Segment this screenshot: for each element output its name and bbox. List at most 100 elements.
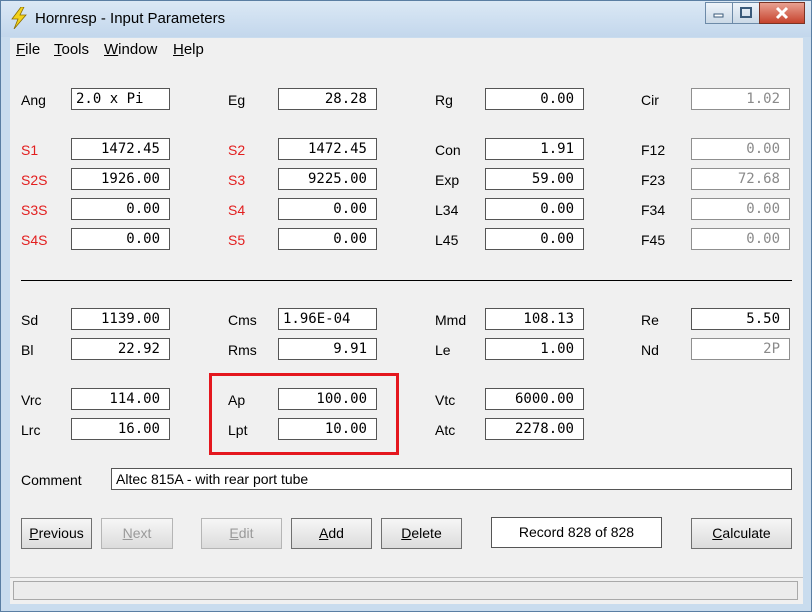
edit-button[interactable]: Edit	[201, 518, 282, 549]
field-vtc[interactable]: 6000.00	[485, 388, 584, 410]
add-button-key: A	[319, 525, 329, 541]
label-atc: Atc	[435, 422, 456, 438]
field-sd[interactable]: 1139.00	[71, 308, 170, 330]
field-s5[interactable]: 0.00	[278, 228, 377, 250]
field-cms[interactable]: 1.96E-04	[278, 308, 377, 330]
field-f34: 0.00	[691, 198, 790, 220]
field-mmd[interactable]: 108.13	[485, 308, 584, 330]
minimize-button[interactable]	[705, 2, 733, 24]
menu-file-key: F	[16, 41, 26, 58]
minimize-icon	[713, 13, 724, 18]
field-cir: 1.02	[691, 88, 790, 110]
field-s4s[interactable]: 0.00	[71, 228, 170, 250]
close-icon	[775, 6, 789, 20]
field-le[interactable]: 1.00	[485, 338, 584, 360]
field-l34[interactable]: 0.00	[485, 198, 584, 220]
field-bl[interactable]: 22.92	[71, 338, 170, 360]
label-s2: S2	[228, 142, 246, 158]
field-nd: 2P	[691, 338, 790, 360]
field-atc[interactable]: 2278.00	[485, 418, 584, 440]
label-f34: F34	[641, 202, 666, 218]
label-s2s: S2S	[21, 172, 48, 188]
previous-button-rest: revious	[38, 525, 84, 541]
label-cir: Cir	[641, 92, 659, 108]
menu-tools-key: T	[54, 41, 62, 58]
label-bl: Bl	[21, 342, 34, 358]
label-eg: Eg	[228, 92, 246, 108]
label-exp: Exp	[435, 172, 460, 188]
label-f45: F45	[641, 232, 666, 248]
next-button-key: N	[122, 525, 133, 541]
edit-button-key: E	[229, 525, 239, 541]
delete-button[interactable]: Delete	[381, 518, 462, 549]
menu-file[interactable]: File	[16, 41, 40, 58]
calculate-button-rest: alculate	[722, 525, 771, 541]
label-ang: Ang	[21, 92, 46, 108]
calculate-button[interactable]: Calculate	[691, 518, 792, 549]
field-rms[interactable]: 9.91	[278, 338, 377, 360]
field-exp[interactable]: 59.00	[485, 168, 584, 190]
close-button[interactable]	[759, 2, 805, 24]
status-pane	[13, 581, 798, 600]
menu-window[interactable]: Window	[104, 41, 157, 58]
menu-file-rest: ile	[25, 41, 41, 58]
hornresp-window: Hornresp - Input Parameters File Tools W…	[0, 0, 812, 612]
label-vtc: Vtc	[435, 392, 456, 408]
menu-tools-rest: ools	[61, 41, 90, 58]
menu-bar: File Tools Window Help	[10, 38, 803, 62]
highlight-box	[209, 373, 399, 455]
edit-button-rest: dit	[238, 525, 254, 541]
label-re: Re	[641, 312, 659, 328]
label-cms: Cms	[228, 312, 257, 328]
field-s3[interactable]: 9225.00	[278, 168, 377, 190]
field-s2s[interactable]: 1926.00	[71, 168, 170, 190]
delete-button-rest: elete	[411, 525, 442, 541]
field-vrc[interactable]: 114.00	[71, 388, 170, 410]
field-s4[interactable]: 0.00	[278, 198, 377, 220]
label-s3: S3	[228, 172, 246, 188]
field-s2[interactable]: 1472.45	[278, 138, 377, 160]
field-lrc[interactable]: 16.00	[71, 418, 170, 440]
label-lrc: Lrc	[21, 422, 41, 438]
next-button-rest: ext	[132, 525, 152, 541]
next-button[interactable]: Next	[101, 518, 173, 549]
field-re[interactable]: 5.50	[691, 308, 790, 330]
label-rg: Rg	[435, 92, 453, 108]
label-s5: S5	[228, 232, 246, 248]
title-bar[interactable]: Hornresp - Input Parameters	[1, 1, 811, 37]
window-controls	[705, 2, 805, 24]
label-l34: L34	[435, 202, 459, 218]
previous-button[interactable]: Previous	[21, 518, 92, 549]
label-f23: F23	[641, 172, 666, 188]
calculate-button-key: C	[712, 525, 723, 541]
label-f12: F12	[641, 142, 666, 158]
label-sd: Sd	[21, 312, 39, 328]
menu-window-key: W	[104, 41, 119, 58]
label-con: Con	[435, 142, 461, 158]
status-bar	[10, 577, 803, 604]
field-eg[interactable]: 28.28	[278, 88, 377, 110]
label-l45: L45	[435, 232, 459, 248]
field-con[interactable]: 1.91	[485, 138, 584, 160]
delete-button-key: D	[401, 525, 412, 541]
field-ang[interactable]: 2.0 x Pi	[71, 88, 170, 110]
field-rg[interactable]: 0.00	[485, 88, 584, 110]
label-le: Le	[435, 342, 451, 358]
label-comment: Comment	[21, 472, 82, 488]
comment-field[interactable]: Altec 815A - with rear port tube	[111, 468, 792, 490]
menu-help-key: H	[173, 41, 184, 58]
add-button-rest: dd	[328, 525, 344, 541]
menu-tools[interactable]: Tools	[54, 41, 89, 58]
label-s1: S1	[21, 142, 39, 158]
menu-help[interactable]: Help	[173, 41, 204, 58]
separator-line	[21, 280, 792, 281]
field-s3s[interactable]: 0.00	[71, 198, 170, 220]
maximize-button[interactable]	[732, 2, 760, 24]
field-s1[interactable]: 1472.45	[71, 138, 170, 160]
field-l45[interactable]: 0.00	[485, 228, 584, 250]
label-s4s: S4S	[21, 232, 48, 248]
label-mmd: Mmd	[435, 312, 467, 328]
window-title: Hornresp - Input Parameters	[35, 10, 226, 27]
field-f23: 72.68	[691, 168, 790, 190]
add-button[interactable]: Add	[291, 518, 372, 549]
